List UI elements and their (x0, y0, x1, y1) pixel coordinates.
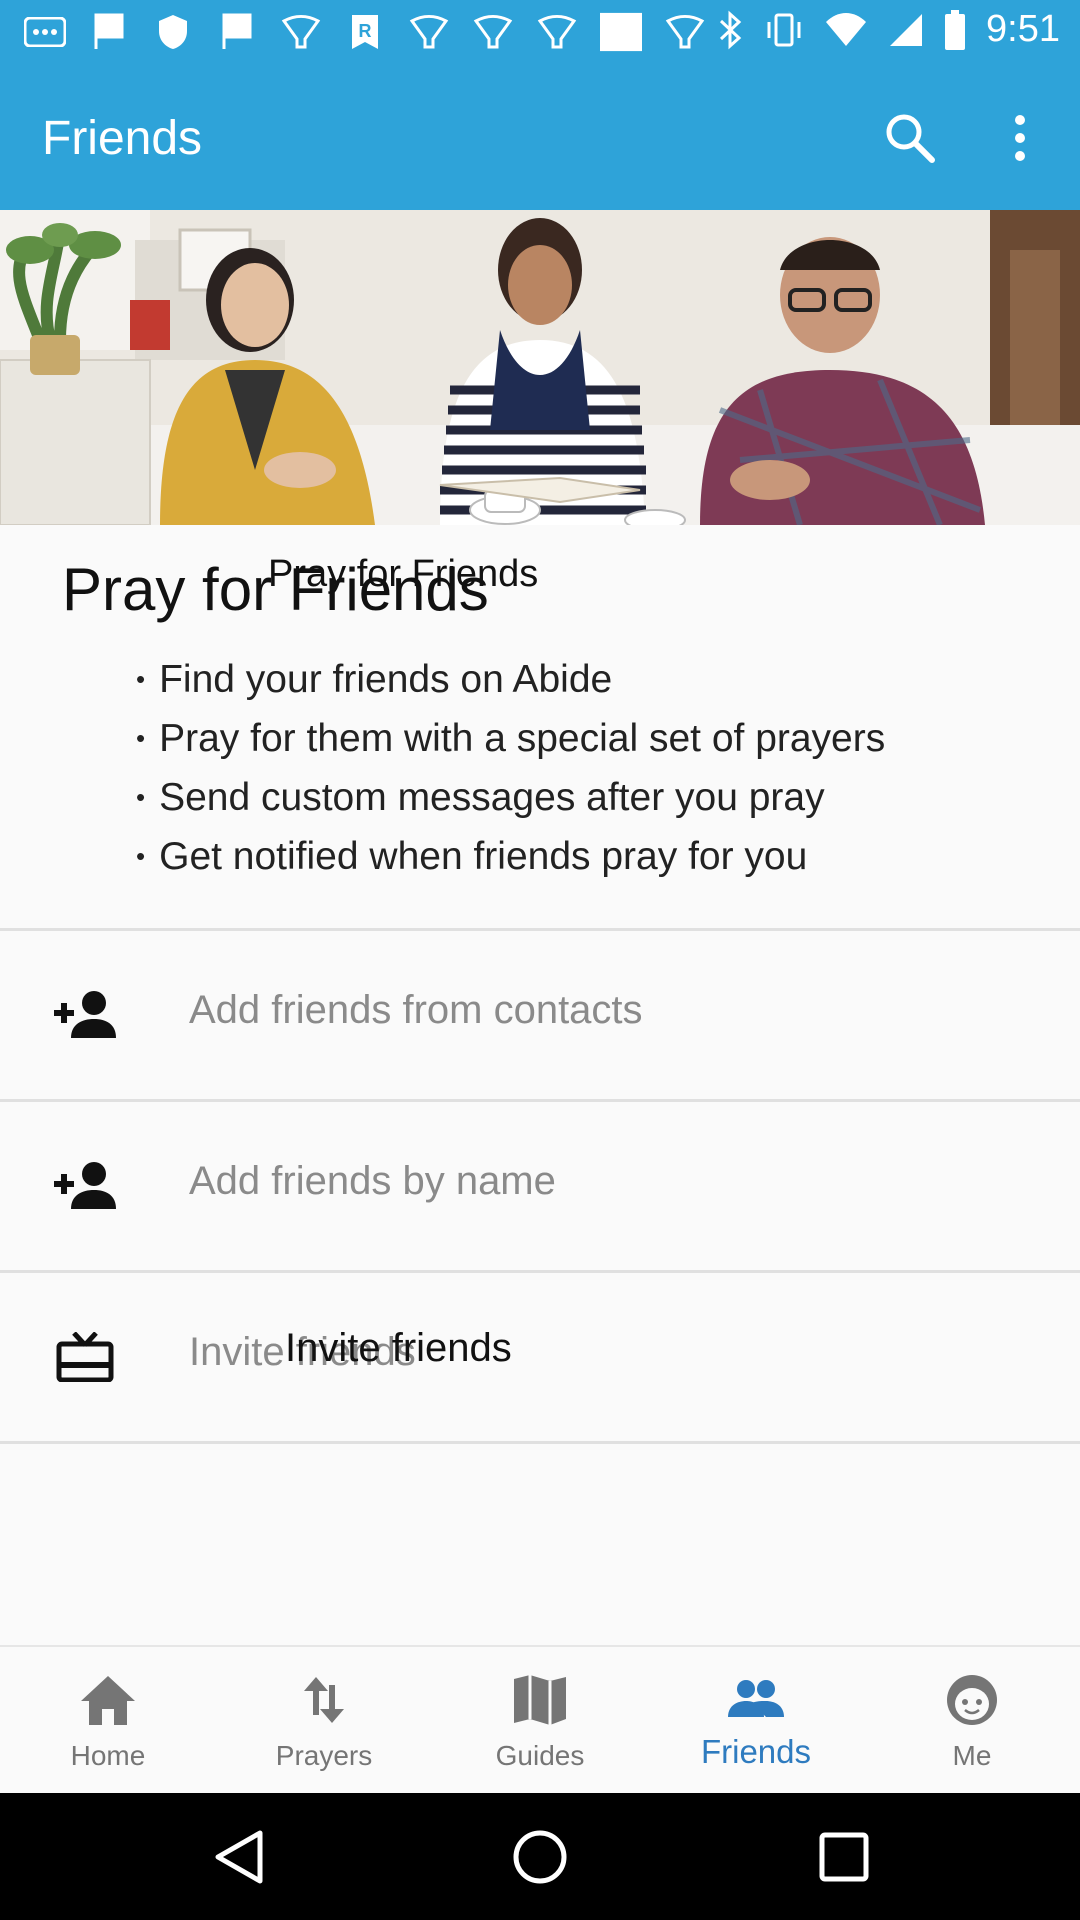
add-friends-from-contacts-label: Add friends from contacts (189, 988, 643, 1032)
svg-text:R: R (359, 21, 372, 41)
flag-icon (88, 12, 130, 52)
feature-list: Find your friends on Abide Pray for them… (136, 655, 885, 891)
bulb-icon (280, 12, 322, 52)
bluetooth-icon (720, 10, 742, 49)
bulb-icon (536, 12, 578, 52)
status-bar: R 9:51 (0, 0, 1080, 63)
list-item: Send custom messages after you pray (136, 773, 885, 832)
wifi-icon (826, 12, 867, 46)
bulb-icon (472, 12, 514, 52)
system-icons: 9:51 (718, 8, 1060, 51)
list-item: Find your friends on Abide (136, 655, 885, 714)
swap-vert-icon (304, 1677, 344, 1723)
nav-home-label: Home (70, 1740, 146, 1771)
recents-icon[interactable] (812, 1825, 876, 1889)
invite-friends-row[interactable]: Invite friends Invite friends (0, 1273, 1080, 1441)
person-add-icon (54, 990, 116, 1040)
nav-friends[interactable]: Friends (648, 1647, 864, 1795)
nav-guides-label: Guides (495, 1740, 585, 1771)
system-navigation-bar (0, 1793, 1080, 1920)
add-friends-by-name-row[interactable]: Add friends by name (0, 1102, 1080, 1270)
list-item: Get notified when friends pray for you (136, 832, 885, 891)
flag-icon (216, 12, 258, 52)
nav-me-label: Me (952, 1740, 992, 1771)
app-bar: Friends (0, 63, 1080, 210)
person-add-icon (54, 1161, 116, 1211)
invite-friends-label-overlay: Invite friends (285, 1326, 512, 1370)
image-icon (600, 12, 642, 52)
add-friends-from-contacts-row[interactable]: Add friends from contacts (0, 931, 1080, 1099)
bottom-navigation: Home Prayers Guides Friends Me (0, 1645, 1080, 1793)
nav-home[interactable]: Home (0, 1647, 216, 1795)
battery-icon (945, 9, 966, 50)
search-icon (886, 114, 935, 163)
hero-image (0, 210, 1080, 525)
bulb-icon (664, 12, 706, 52)
status-time: 9:51 (986, 8, 1060, 50)
nav-friends-label: Friends (700, 1733, 812, 1770)
nav-me[interactable]: Me (864, 1647, 1080, 1795)
more-vert-icon (1015, 115, 1025, 161)
app-icon (24, 12, 66, 52)
home-icon (81, 1676, 135, 1725)
vibrate-icon (767, 13, 801, 46)
home-button-icon[interactable] (508, 1825, 572, 1889)
add-friends-by-name-label: Add friends by name (189, 1159, 556, 1203)
r-icon: R (344, 12, 386, 52)
shield-icon (152, 12, 194, 52)
people-icon (728, 1680, 784, 1717)
back-icon[interactable] (208, 1825, 272, 1889)
overflow-menu-button[interactable] (1000, 108, 1040, 168)
nav-prayers-label: Prayers (275, 1740, 373, 1771)
bulb-icon (408, 12, 450, 52)
list-item: Pray for them with a special set of pray… (136, 714, 885, 773)
divider (0, 1441, 1080, 1444)
nav-guides[interactable]: Guides (432, 1647, 648, 1795)
search-button[interactable] (880, 108, 940, 168)
gift-card-icon (54, 1331, 116, 1383)
hero-caption-overlay: Pray for Friends (268, 553, 539, 595)
page-title: Friends (42, 112, 203, 165)
notification-icons: R (24, 12, 706, 52)
face-icon (947, 1675, 997, 1725)
signal-icon (890, 13, 923, 46)
map-icon (514, 1675, 566, 1725)
nav-prayers[interactable]: Prayers (216, 1647, 432, 1795)
